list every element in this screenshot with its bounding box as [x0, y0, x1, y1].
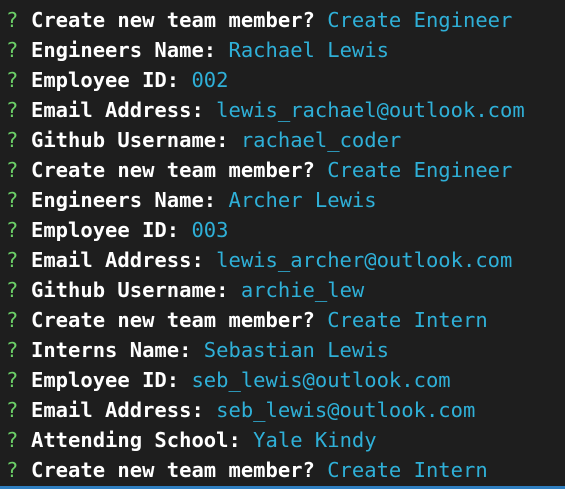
prompt-answer: seb_lewis@outlook.com [191, 368, 451, 392]
prompt-symbol: ? [6, 218, 19, 242]
prompt-answer: Sebastian Lewis [203, 338, 389, 362]
prompt-question: Employee ID: [31, 218, 180, 242]
terminal-line: ? Attending School: Yale Kindy [0, 425, 377, 455]
prompt-question: Attending School: [31, 428, 241, 452]
terminal-line: ? Email Address: lewis_rachael@outlook.co… [0, 95, 525, 125]
terminal-line: ? Employee ID: seb_lewis@outlook.com [0, 365, 451, 395]
prompt-symbol: ? [6, 398, 19, 422]
prompt-question: Github Username: [31, 128, 229, 152]
prompt-question: Github Username: [31, 278, 229, 302]
prompt-question: Engineers Name: [31, 188, 217, 212]
terminal-line: ? Create new team member? Create Engineer [0, 155, 512, 185]
terminal-line: ? Github Username: rachael_coder [0, 125, 401, 155]
prompt-answer: Rachael Lewis [228, 38, 389, 62]
prompt-symbol: ? [6, 158, 19, 182]
prompt-answer: Create Engineer [327, 158, 513, 182]
prompt-answer: 002 [191, 68, 229, 92]
prompt-question: Create new team member? [31, 308, 315, 332]
prompt-symbol: ? [6, 458, 19, 482]
prompt-question: Create new team member? [31, 8, 315, 32]
prompt-symbol: ? [6, 278, 19, 302]
prompt-answer: Yale Kindy [253, 428, 377, 452]
prompt-symbol: ? [6, 128, 19, 152]
prompt-answer: 003 [191, 218, 229, 242]
terminal-line: ? Email Address: seb_lewis@outlook.com [0, 395, 475, 425]
terminal-line: ? Email Address: lewis_archer@outlook.com [0, 245, 512, 275]
terminal-line: ? Create new team member? Create Intern [0, 305, 488, 335]
prompt-question: Create new team member? [31, 458, 315, 482]
terminal-output: ? Create new team member? Create Engineer… [0, 0, 565, 486]
prompt-question: Interns Name: [31, 338, 192, 362]
prompt-symbol: ? [6, 98, 19, 122]
prompt-answer: seb_lewis@outlook.com [216, 398, 476, 422]
prompt-symbol: ? [6, 188, 19, 212]
prompt-symbol: ? [6, 8, 19, 32]
prompt-symbol: ? [6, 38, 19, 62]
prompt-answer: lewis_archer@outlook.com [216, 248, 513, 272]
prompt-symbol: ? [6, 368, 19, 392]
prompt-answer: Archer Lewis [228, 188, 377, 212]
prompt-symbol: ? [6, 338, 19, 362]
terminal-line: ? Create new team member? Create Engineer [0, 5, 512, 35]
terminal-line: ? Engineers Name: Rachael Lewis [0, 35, 389, 65]
prompt-question: Create new team member? [31, 158, 315, 182]
prompt-question: Email Address: [31, 98, 204, 122]
prompt-symbol: ? [6, 248, 19, 272]
prompt-question: Employee ID: [31, 68, 180, 92]
prompt-answer: Create Engineer [327, 8, 513, 32]
terminal-line: ? Interns Name: Sebastian Lewis [0, 335, 389, 365]
prompt-answer: Create Intern [327, 308, 488, 332]
prompt-question: Email Address: [31, 248, 204, 272]
terminal-line: ? Github Username: archie_lew [0, 275, 364, 305]
prompt-question: Employee ID: [31, 368, 180, 392]
prompt-symbol: ? [6, 68, 19, 92]
prompt-symbol: ? [6, 428, 19, 452]
prompt-answer: rachael_coder [240, 128, 402, 152]
prompt-question: Engineers Name: [31, 38, 217, 62]
prompt-answer: Create Intern [327, 458, 488, 482]
terminal-line: ? Employee ID: 003 [0, 215, 228, 245]
prompt-answer: archie_lew [240, 278, 365, 302]
terminal-line: ? Create new team member? Create Intern [0, 455, 488, 485]
prompt-symbol: ? [6, 308, 19, 332]
prompt-question: Email Address: [31, 398, 204, 422]
terminal-line: ? Employee ID: 002 [0, 65, 228, 95]
prompt-answer: lewis_rachael@outlook.com [216, 98, 525, 122]
terminal-line: ? Engineers Name: Archer Lewis [0, 185, 377, 215]
